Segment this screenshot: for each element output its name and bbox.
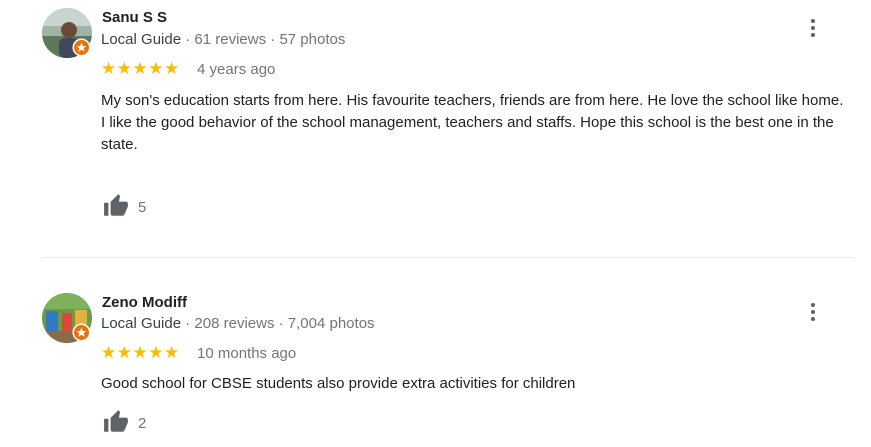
meta-separator: ·	[266, 31, 280, 48]
photos-count: 7,004 photos	[287, 315, 375, 332]
reviewer-meta: Local Guide · 208 reviews · 7,004 photos	[101, 315, 375, 332]
local-guide-label: Local Guide	[101, 31, 182, 48]
local-guide-label: Local Guide	[101, 315, 182, 332]
more-vert-icon	[811, 303, 815, 321]
review-text: Good school for CBSE students also provi…	[101, 373, 856, 395]
photos-count: 57 photos	[279, 31, 346, 48]
reviewer-name[interactable]: Sanu S S	[102, 9, 167, 26]
thumb-up-icon[interactable]	[101, 409, 131, 435]
review-text-paragraph: I like the good behavior of the school m…	[101, 114, 834, 153]
review-text: My son's education starts from here. His…	[101, 90, 856, 156]
meta-separator: ·	[181, 31, 195, 48]
review-text-paragraph: Good school for CBSE students also provi…	[101, 375, 576, 392]
star-rating: ★★★★★	[101, 59, 180, 78]
more-vert-icon	[811, 19, 815, 37]
review-divider	[42, 257, 854, 258]
review-date: 10 months ago	[197, 345, 297, 362]
like-count: 2	[138, 415, 147, 432]
reviewer-meta: Local Guide · 61 reviews · 57 photos	[101, 31, 345, 48]
more-options-button[interactable]	[800, 299, 826, 325]
like-count: 5	[138, 199, 147, 216]
reviews-count: 61 reviews	[194, 31, 267, 48]
meta-separator: ·	[181, 315, 195, 332]
thumb-up-icon[interactable]	[101, 193, 131, 219]
local-guide-badge-icon	[72, 38, 91, 57]
star-rating: ★★★★★	[101, 343, 180, 362]
review-text-paragraph: My son's education starts from here. His…	[101, 92, 844, 109]
more-options-button[interactable]	[800, 15, 826, 41]
review-date: 4 years ago	[197, 61, 276, 78]
meta-separator: ·	[274, 315, 288, 332]
reviewer-name[interactable]: Zeno Modiff	[102, 294, 187, 311]
avatar[interactable]	[42, 293, 92, 343]
local-guide-badge-icon	[72, 323, 91, 342]
reviews-count: 208 reviews	[194, 315, 275, 332]
avatar[interactable]	[42, 8, 92, 58]
